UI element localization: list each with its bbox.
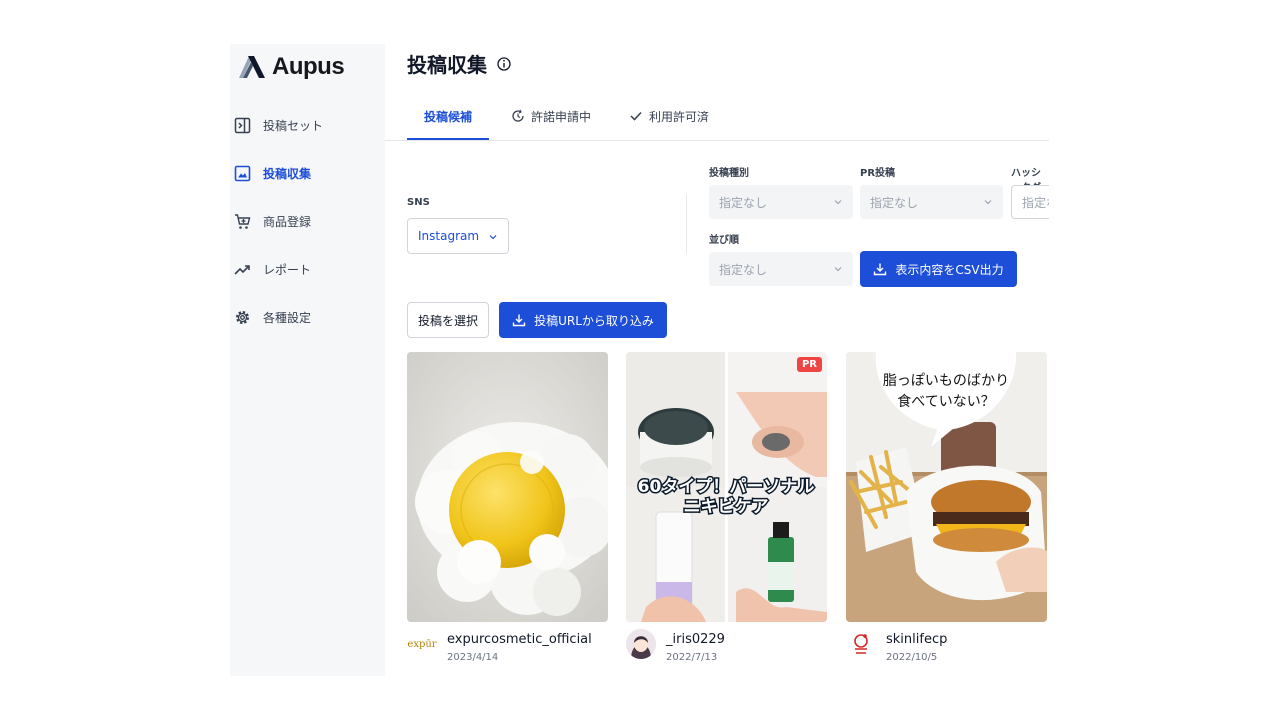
post-date: 2022/7/13 xyxy=(666,652,718,663)
tab-approved[interactable]: 利用許可済 xyxy=(629,94,709,138)
sidebar: Aupus 投稿セット 投稿収集 商品登録 レポート 各種設定 xyxy=(230,44,385,676)
select-posts-button[interactable]: 投稿を選択 xyxy=(407,302,489,338)
post-card-2[interactable]: 60タイプ！パーソナル ニキビケア PR xyxy=(626,352,827,622)
download-icon xyxy=(874,263,887,276)
pr-badge: PR xyxy=(796,357,822,372)
post-thumbnail-soap-foam xyxy=(407,352,608,622)
main-content: 投稿収集 投稿候補 許諾申請中 利用許可済 SNS Instagram 投稿種別… xyxy=(385,44,1049,676)
sidebar-item-post-collection[interactable]: 投稿収集 xyxy=(234,161,311,185)
post-date: 2023/4/14 xyxy=(447,652,499,663)
tab-label: 利用許可済 xyxy=(649,109,710,124)
avatar-illustration xyxy=(626,629,656,659)
select-posts-label: 投稿を選択 xyxy=(417,313,478,328)
post-account-1: expūr expurcosmetic_official 2023/4/14 xyxy=(407,629,627,669)
pr-label: PR投稿 xyxy=(860,168,896,179)
sidebar-item-label: 各種設定 xyxy=(263,310,312,325)
chevron-down-icon xyxy=(984,200,992,205)
post-card-3[interactable]: 脂っぽいものばかり 食べていない？ xyxy=(846,352,1047,622)
chevron-down-icon xyxy=(489,235,497,240)
account-name[interactable]: skinlifecp xyxy=(886,632,947,647)
app-window: Aupus 投稿セット 投稿収集 商品登録 レポート 各種設定 投稿収集 投稿候… xyxy=(230,44,1049,676)
sidebar-item-report[interactable]: レポート xyxy=(234,257,311,281)
gear-icon xyxy=(236,310,249,324)
sidebar-item-settings[interactable]: 各種設定 xyxy=(234,305,311,329)
sort-label: 並び順 xyxy=(709,235,739,246)
pr-value: 指定なし xyxy=(870,195,919,210)
image-icon xyxy=(234,165,251,181)
sidebar-item-label: レポート xyxy=(263,262,312,277)
avatar[interactable]: expūr xyxy=(407,629,437,659)
post-thumbnail-burger-fries: 脂っぽいものばかり 食べていない？ xyxy=(846,352,1047,622)
speech-bubble-line-2: 食べていない？ xyxy=(897,393,994,410)
tab-label: 投稿候補 xyxy=(423,109,472,124)
sort-value: 指定なし xyxy=(719,262,768,277)
hashtag-input[interactable]: 指定なし xyxy=(1011,185,1049,219)
sidebar-item-post-set[interactable]: 投稿セット xyxy=(234,113,323,137)
download-icon xyxy=(512,314,526,327)
tab-label: 許諾申請中 xyxy=(531,109,592,124)
clock-arrow-icon xyxy=(512,109,524,122)
filter-divider xyxy=(686,194,687,254)
panel-icon xyxy=(234,117,251,133)
check-icon xyxy=(630,111,642,121)
sidebar-item-label: 投稿収集 xyxy=(263,166,312,181)
sns-select[interactable]: Instagram xyxy=(407,218,509,254)
sidebar-item-label: 商品登録 xyxy=(263,214,312,229)
post-type-value: 指定なし xyxy=(719,195,768,210)
pr-select[interactable]: 指定なし xyxy=(860,185,1003,219)
hashtag-placeholder: 指定なし xyxy=(1022,195,1049,210)
info-icon[interactable] xyxy=(497,56,511,71)
import-url-button[interactable]: 投稿URLから取り込み xyxy=(499,302,667,338)
speech-bubble-line-1: 脂っぽいものばかり xyxy=(883,373,1009,389)
logo-mark-icon xyxy=(239,56,265,78)
tab-requesting[interactable]: 許諾申請中 xyxy=(511,94,591,138)
account-name[interactable]: expurcosmetic_official xyxy=(447,632,592,647)
post-date: 2022/10/5 xyxy=(886,652,938,663)
post-account-2: _iris0229 2022/7/13 xyxy=(626,629,846,669)
avatar[interactable] xyxy=(846,629,876,659)
tab-bar: 投稿候補 許諾申請中 利用許可済 xyxy=(385,94,1049,141)
tab-candidates[interactable]: 投稿候補 xyxy=(407,94,489,140)
brand-logo[interactable]: Aupus xyxy=(238,53,345,81)
page-title: 投稿収集 xyxy=(407,49,511,78)
overlay-caption-line-1: 60タイプ！パーソナル xyxy=(638,476,815,497)
skinlife-logo-icon xyxy=(846,629,876,659)
sns-value: Instagram xyxy=(418,229,480,243)
sidebar-item-label: 投稿セット xyxy=(263,118,324,133)
chevron-down-icon xyxy=(834,200,842,205)
sidebar-item-product-registration[interactable]: 商品登録 xyxy=(234,209,311,233)
avatar[interactable] xyxy=(626,629,656,659)
csv-export-button[interactable]: 表示内容をCSV出力 xyxy=(860,251,1017,287)
post-account-3: skinlifecp 2022/10/5 xyxy=(846,629,1049,669)
post-card-1[interactable] xyxy=(407,352,608,622)
sort-select[interactable]: 指定なし xyxy=(709,252,853,286)
post-type-label: 投稿種別 xyxy=(709,168,749,179)
sns-label: SNS xyxy=(407,197,430,208)
overlay-caption-line-2: ニキビケア xyxy=(684,497,769,517)
account-name[interactable]: _iris0229 xyxy=(666,632,725,647)
trend-icon xyxy=(234,264,250,275)
brand-name: Aupus xyxy=(272,53,345,80)
import-url-label: 投稿URLから取り込み xyxy=(534,313,654,328)
avatar-logo-text: expūr xyxy=(407,638,437,650)
cart-icon xyxy=(235,213,251,229)
post-type-select[interactable]: 指定なし xyxy=(709,185,853,219)
csv-export-label: 表示内容をCSV出力 xyxy=(895,262,1004,277)
post-thumbnail-skincare: 60タイプ！パーソナル ニキビケア xyxy=(626,352,827,622)
chevron-down-icon xyxy=(834,267,842,272)
page-title-text: 投稿収集 xyxy=(407,53,487,77)
